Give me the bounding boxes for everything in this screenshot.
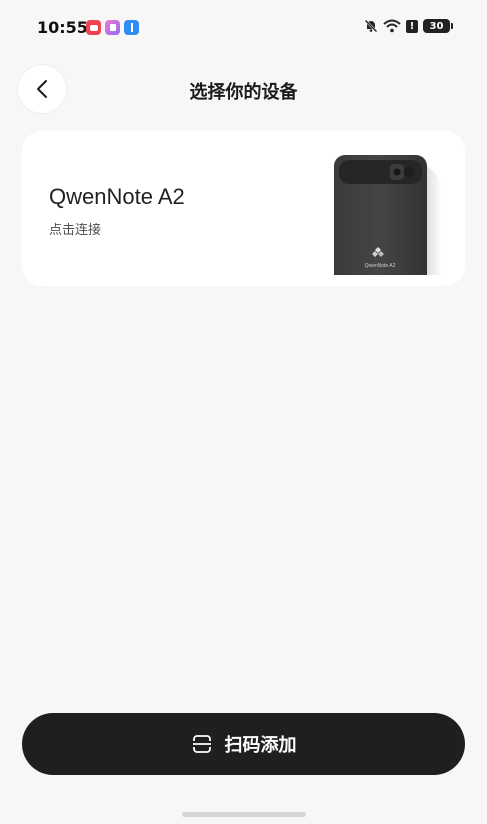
status-bar: 10:55 ! 30	[0, 0, 487, 56]
app-red-icon	[86, 20, 101, 35]
device-image: QwenNote A2	[334, 155, 442, 275]
scan-icon	[192, 735, 211, 753]
device-connect-hint: 点击连接	[49, 223, 102, 238]
wifi-icon	[383, 19, 401, 33]
status-indicators: ! 30	[364, 19, 453, 33]
notification-icons	[86, 20, 139, 35]
status-time: 10:55	[37, 18, 88, 37]
mute-bell-icon	[364, 19, 378, 33]
battery-level: 30	[429, 20, 444, 32]
home-indicator[interactable]	[182, 812, 306, 817]
bluetooth-app-icon	[124, 20, 139, 35]
battery-icon: 30	[423, 19, 453, 33]
app-purple-icon	[105, 20, 120, 35]
scan-add-button[interactable]: 扫码添加	[22, 713, 465, 775]
device-image-label: QwenNote A2	[365, 263, 396, 269]
device-card[interactable]: QwenNote A2 点击连接 QwenNote A2	[22, 131, 465, 286]
scan-add-label: 扫码添加	[224, 735, 297, 756]
device-name: QwenNote A2	[49, 184, 185, 209]
alert-icon: !	[406, 19, 418, 33]
page-title: 选择你的设备	[189, 82, 298, 103]
